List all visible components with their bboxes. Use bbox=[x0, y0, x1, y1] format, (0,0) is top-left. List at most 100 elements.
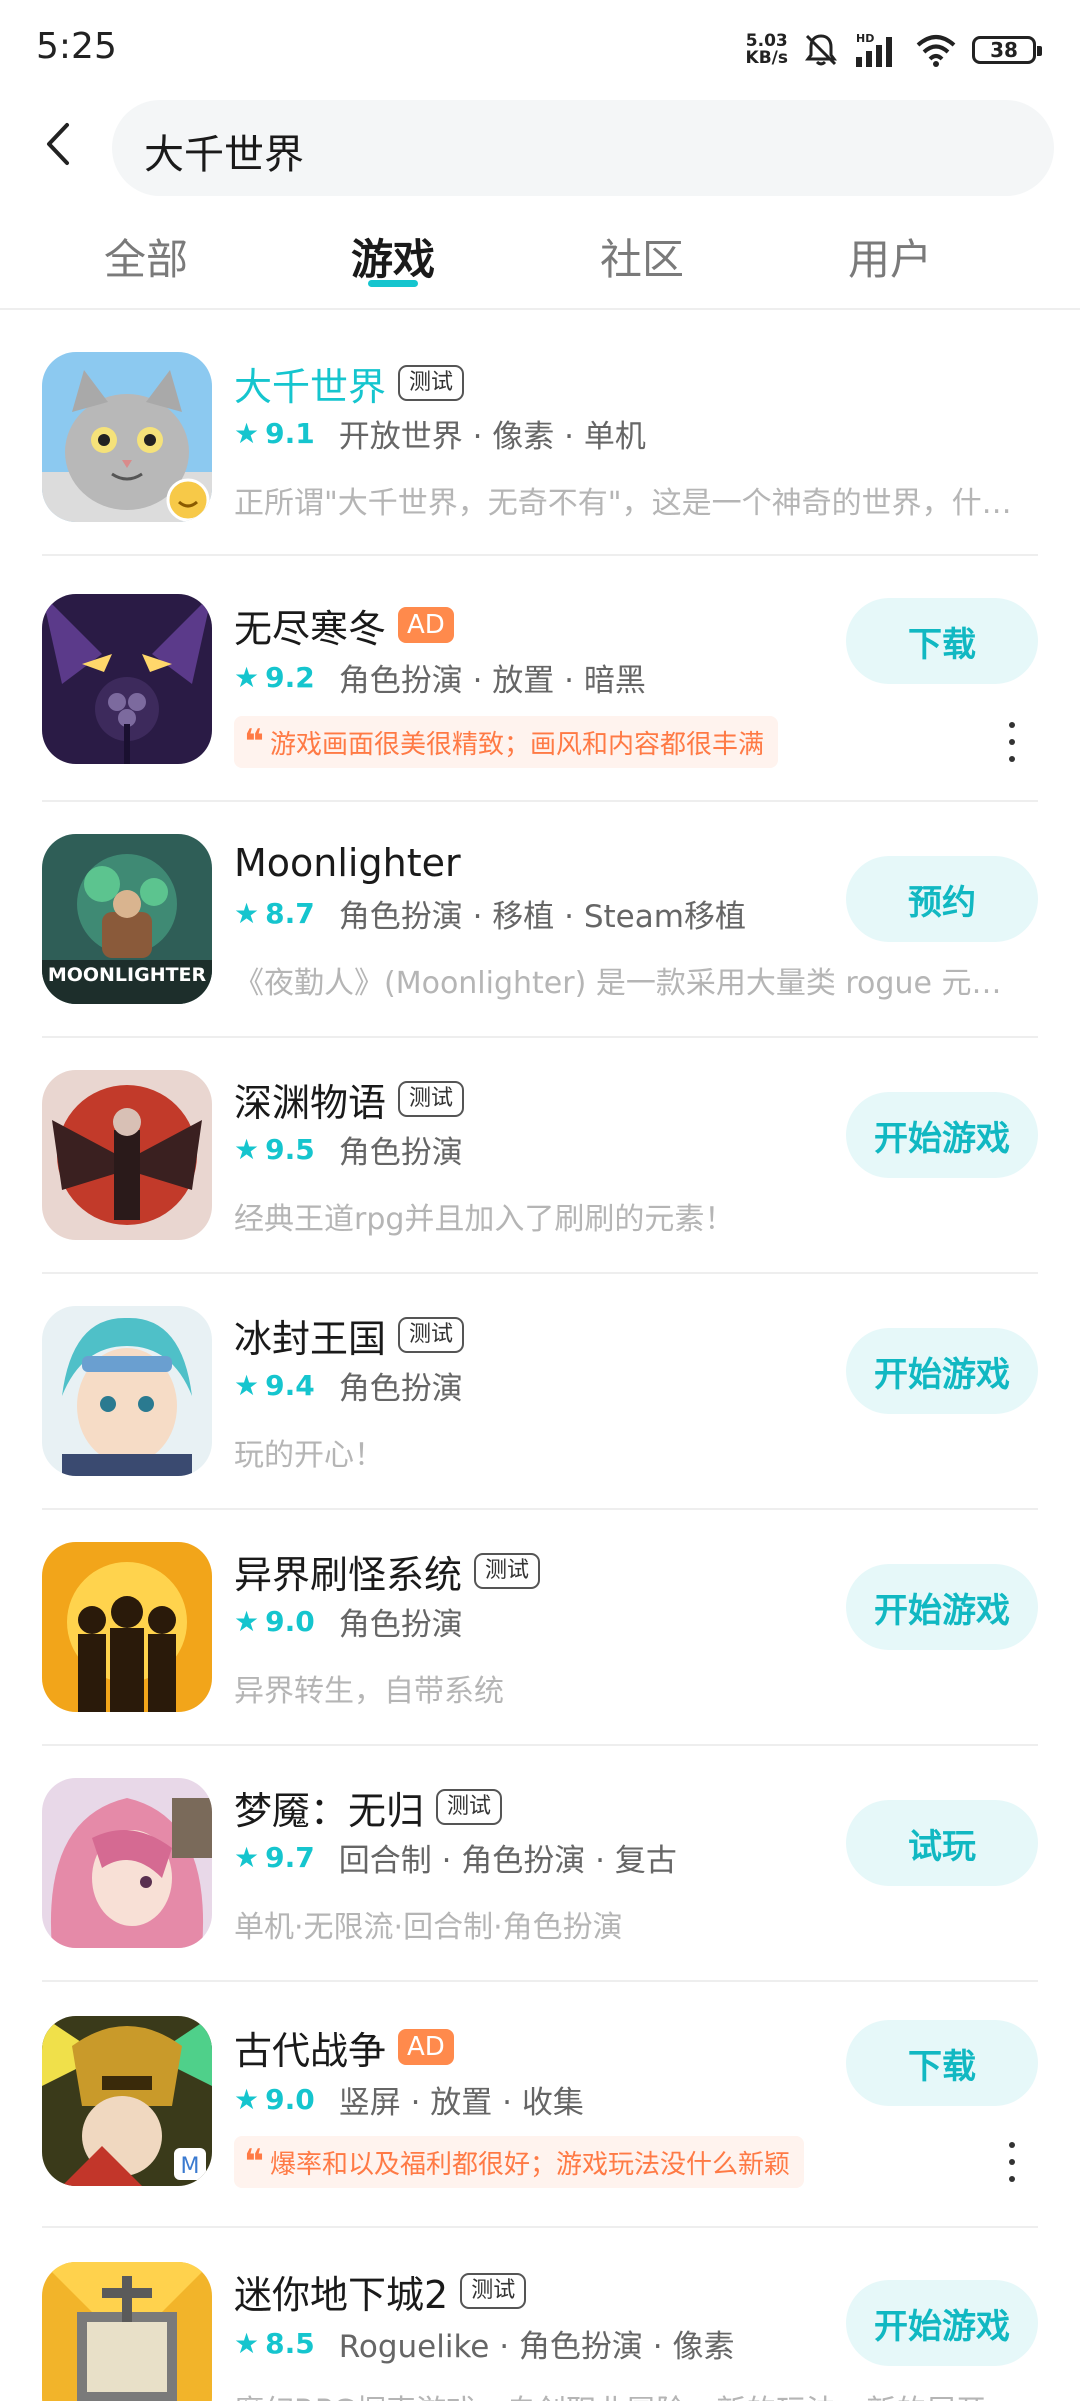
game-name[interactable]: 迷你地下城2 bbox=[234, 2264, 448, 2319]
game-meta: ★ 9.0 竖屏 · 放置 · 收集 bbox=[234, 2078, 584, 2121]
star-icon: ★ bbox=[234, 1368, 260, 1402]
ad-tag: AD bbox=[398, 2029, 454, 2065]
ad-tag: AD bbox=[398, 607, 454, 643]
star-icon: ★ bbox=[234, 1132, 260, 1166]
game-genres: 角色扮演 · 移植 · Steam移植 bbox=[338, 898, 746, 935]
start-game-button[interactable]: 开始游戏 bbox=[846, 1564, 1038, 1650]
game-name[interactable]: 古代战争 bbox=[234, 2020, 386, 2075]
game-meta: ★ 9.0 角色扮演 bbox=[234, 1600, 463, 1643]
start-game-button[interactable]: 开始游戏 bbox=[846, 1328, 1038, 1414]
tab-games[interactable]: 游戏 bbox=[313, 226, 473, 287]
game-icon[interactable]: M bbox=[42, 2016, 212, 2186]
star-icon: ★ bbox=[234, 896, 260, 930]
hd-signal-icon: HD bbox=[856, 32, 892, 67]
game-description: 魔幻RPG探索游戏，自创职业冒险，新的玩法，新的展开 bbox=[234, 2386, 1024, 2401]
result-tabs: 全部 游戏 社区 用户 bbox=[0, 210, 1080, 310]
game-meta: ★ 9.1 开放世界 · 像素 · 单机 bbox=[234, 412, 646, 455]
game-genres: 回合制 · 角色扮演 · 复古 bbox=[338, 1842, 677, 1879]
game-icon[interactable] bbox=[42, 1306, 212, 1476]
status-time: 5:25 bbox=[36, 26, 117, 67]
game-description: 正所谓"大千世界，无奇不有"，这是一个神奇的世界，什么都有 bbox=[234, 486, 1024, 521]
try-play-button[interactable]: 试玩 bbox=[846, 1800, 1038, 1886]
status-bar: 5:25 5.03 KB/s HD 38 bbox=[0, 0, 1080, 92]
game-description: 单机·无限流·回合制·角色扮演 bbox=[234, 1910, 623, 1945]
game-icon[interactable] bbox=[42, 1542, 212, 1712]
list-item[interactable]: 深渊物语 测试 ★ 9.5 角色扮演 经典王道rpg并且加入了刷刷的元素！ 开始… bbox=[0, 1038, 1080, 1274]
game-icon[interactable]: MOONLIGHTER bbox=[42, 834, 212, 1004]
test-tag: 测试 bbox=[474, 1553, 541, 1589]
game-title-line: 梦魇：无归 测试 bbox=[234, 1780, 503, 1835]
game-meta: ★ 9.5 角色扮演 bbox=[234, 1128, 463, 1171]
list-item[interactable]: 异界刷怪系统 测试 ★ 9.0 角色扮演 异界转生，自带系统 开始游戏 bbox=[0, 1510, 1080, 1746]
star-icon: ★ bbox=[234, 416, 260, 450]
mute-bell-icon bbox=[805, 34, 837, 66]
more-options-icon[interactable] bbox=[1000, 2142, 1024, 2182]
game-name[interactable]: 异界刷怪系统 bbox=[234, 1544, 462, 1599]
search-input[interactable]: 大千世界 bbox=[112, 100, 1054, 196]
start-game-button[interactable]: 开始游戏 bbox=[846, 2280, 1038, 2366]
game-score: 9.2 bbox=[265, 660, 315, 694]
back-button[interactable] bbox=[28, 114, 88, 174]
test-tag: 测试 bbox=[398, 1081, 465, 1117]
game-genres: 竖屏 · 放置 · 收集 bbox=[338, 2084, 584, 2121]
star-icon: ★ bbox=[234, 1840, 260, 1874]
list-item[interactable]: 迷你地下城2 测试 ★ 8.5 Roguelike · 角色扮演 · 像素 魔幻… bbox=[0, 2228, 1080, 2401]
download-button[interactable]: 下载 bbox=[846, 2020, 1038, 2106]
download-button[interactable]: 下载 bbox=[846, 598, 1038, 684]
game-score: 8.7 bbox=[265, 896, 315, 930]
active-tab-indicator bbox=[368, 280, 418, 287]
search-query[interactable]: 大千世界 bbox=[144, 122, 304, 180]
game-name[interactable]: 大千世界 bbox=[234, 356, 386, 411]
game-icon[interactable] bbox=[42, 1778, 212, 1948]
list-item[interactable]: 梦魇：无归 测试 ★ 9.7 回合制 · 角色扮演 · 复古 单机·无限流·回合… bbox=[0, 1746, 1080, 1982]
list-item[interactable]: 无尽寒冬 AD ★ 9.2 角色扮演 · 放置 · 暗黑 ❝ 游戏画面很美很精致… bbox=[0, 556, 1080, 802]
list-item[interactable]: 大千世界 测试 ★ 9.1 开放世界 · 像素 · 单机 正所谓"大千世界，无奇… bbox=[0, 312, 1080, 556]
game-title-line: 无尽寒冬 AD bbox=[234, 598, 454, 653]
tab-all[interactable]: 全部 bbox=[66, 226, 226, 287]
game-icon[interactable] bbox=[42, 352, 212, 522]
reserve-button[interactable]: 预约 bbox=[846, 856, 1038, 942]
start-game-button[interactable]: 开始游戏 bbox=[846, 1092, 1038, 1178]
wifi-icon bbox=[916, 35, 956, 67]
game-icon-label: MOONLIGHTER bbox=[47, 964, 207, 986]
game-score: 9.0 bbox=[265, 2082, 315, 2116]
test-tag: 测试 bbox=[398, 365, 465, 401]
star-icon: ★ bbox=[234, 2326, 260, 2360]
game-meta: ★ 9.2 角色扮演 · 放置 · 暗黑 bbox=[234, 656, 646, 699]
svg-text:HD: HD bbox=[856, 32, 874, 45]
game-title-line: 大千世界 测试 bbox=[234, 356, 465, 411]
game-genres: 角色扮演 bbox=[338, 1606, 463, 1643]
game-description: 玩的开心！ bbox=[234, 1438, 384, 1473]
star-icon: ★ bbox=[234, 660, 260, 694]
game-name[interactable]: 梦魇：无归 bbox=[234, 1780, 424, 1835]
status-icons: 5.03 KB/s HD 38 bbox=[746, 26, 1042, 74]
game-icon[interactable] bbox=[42, 594, 212, 764]
game-title-line: 深渊物语 测试 bbox=[234, 1072, 465, 1127]
game-icon[interactable] bbox=[42, 2262, 212, 2401]
network-speed-unit: KB/s bbox=[745, 48, 788, 68]
list-item[interactable]: MOONLIGHTER Moonlighter ★ 8.7 角色扮演 · 移植 … bbox=[0, 802, 1080, 1038]
game-name[interactable]: 无尽寒冬 bbox=[234, 598, 386, 653]
game-name[interactable]: Moonlighter bbox=[234, 841, 461, 885]
game-icon[interactable] bbox=[42, 1070, 212, 1240]
list-item[interactable]: M 古代战争 AD ★ 9.0 竖屏 · 放置 · 收集 ❝ 爆率和以及福利都很… bbox=[0, 1982, 1080, 2228]
game-genres: 角色扮演 bbox=[338, 1134, 463, 1171]
game-score: 9.5 bbox=[265, 1132, 315, 1166]
review-quote-text: 游戏画面很美很精致；画风和内容都很丰满 bbox=[269, 729, 764, 760]
list-item[interactable]: 冰封王国 测试 ★ 9.4 角色扮演 玩的开心！ 开始游戏 bbox=[0, 1274, 1080, 1510]
more-options-icon[interactable] bbox=[1000, 722, 1024, 762]
star-icon: ★ bbox=[234, 1604, 260, 1638]
game-description: 《夜勤人》(Moonlighter) 是一款采用大量类 rogue 元素的动作角… bbox=[234, 966, 1024, 1001]
tab-community[interactable]: 社区 bbox=[562, 226, 722, 287]
game-genres: 角色扮演 · 放置 · 暗黑 bbox=[338, 662, 646, 699]
game-score: 9.1 bbox=[265, 416, 315, 450]
test-tag: 测试 bbox=[398, 1317, 465, 1353]
game-title-line: 迷你地下城2 测试 bbox=[234, 2264, 527, 2319]
game-score: 8.5 bbox=[265, 2326, 315, 2360]
game-name[interactable]: 深渊物语 bbox=[234, 1072, 386, 1127]
network-speed: 5.03 KB/s bbox=[746, 33, 788, 67]
tab-users[interactable]: 用户 bbox=[810, 226, 970, 287]
svg-text:M: M bbox=[181, 2154, 200, 2179]
game-name[interactable]: 冰封王国 bbox=[234, 1308, 386, 1363]
search-header: 大千世界 bbox=[0, 96, 1080, 196]
